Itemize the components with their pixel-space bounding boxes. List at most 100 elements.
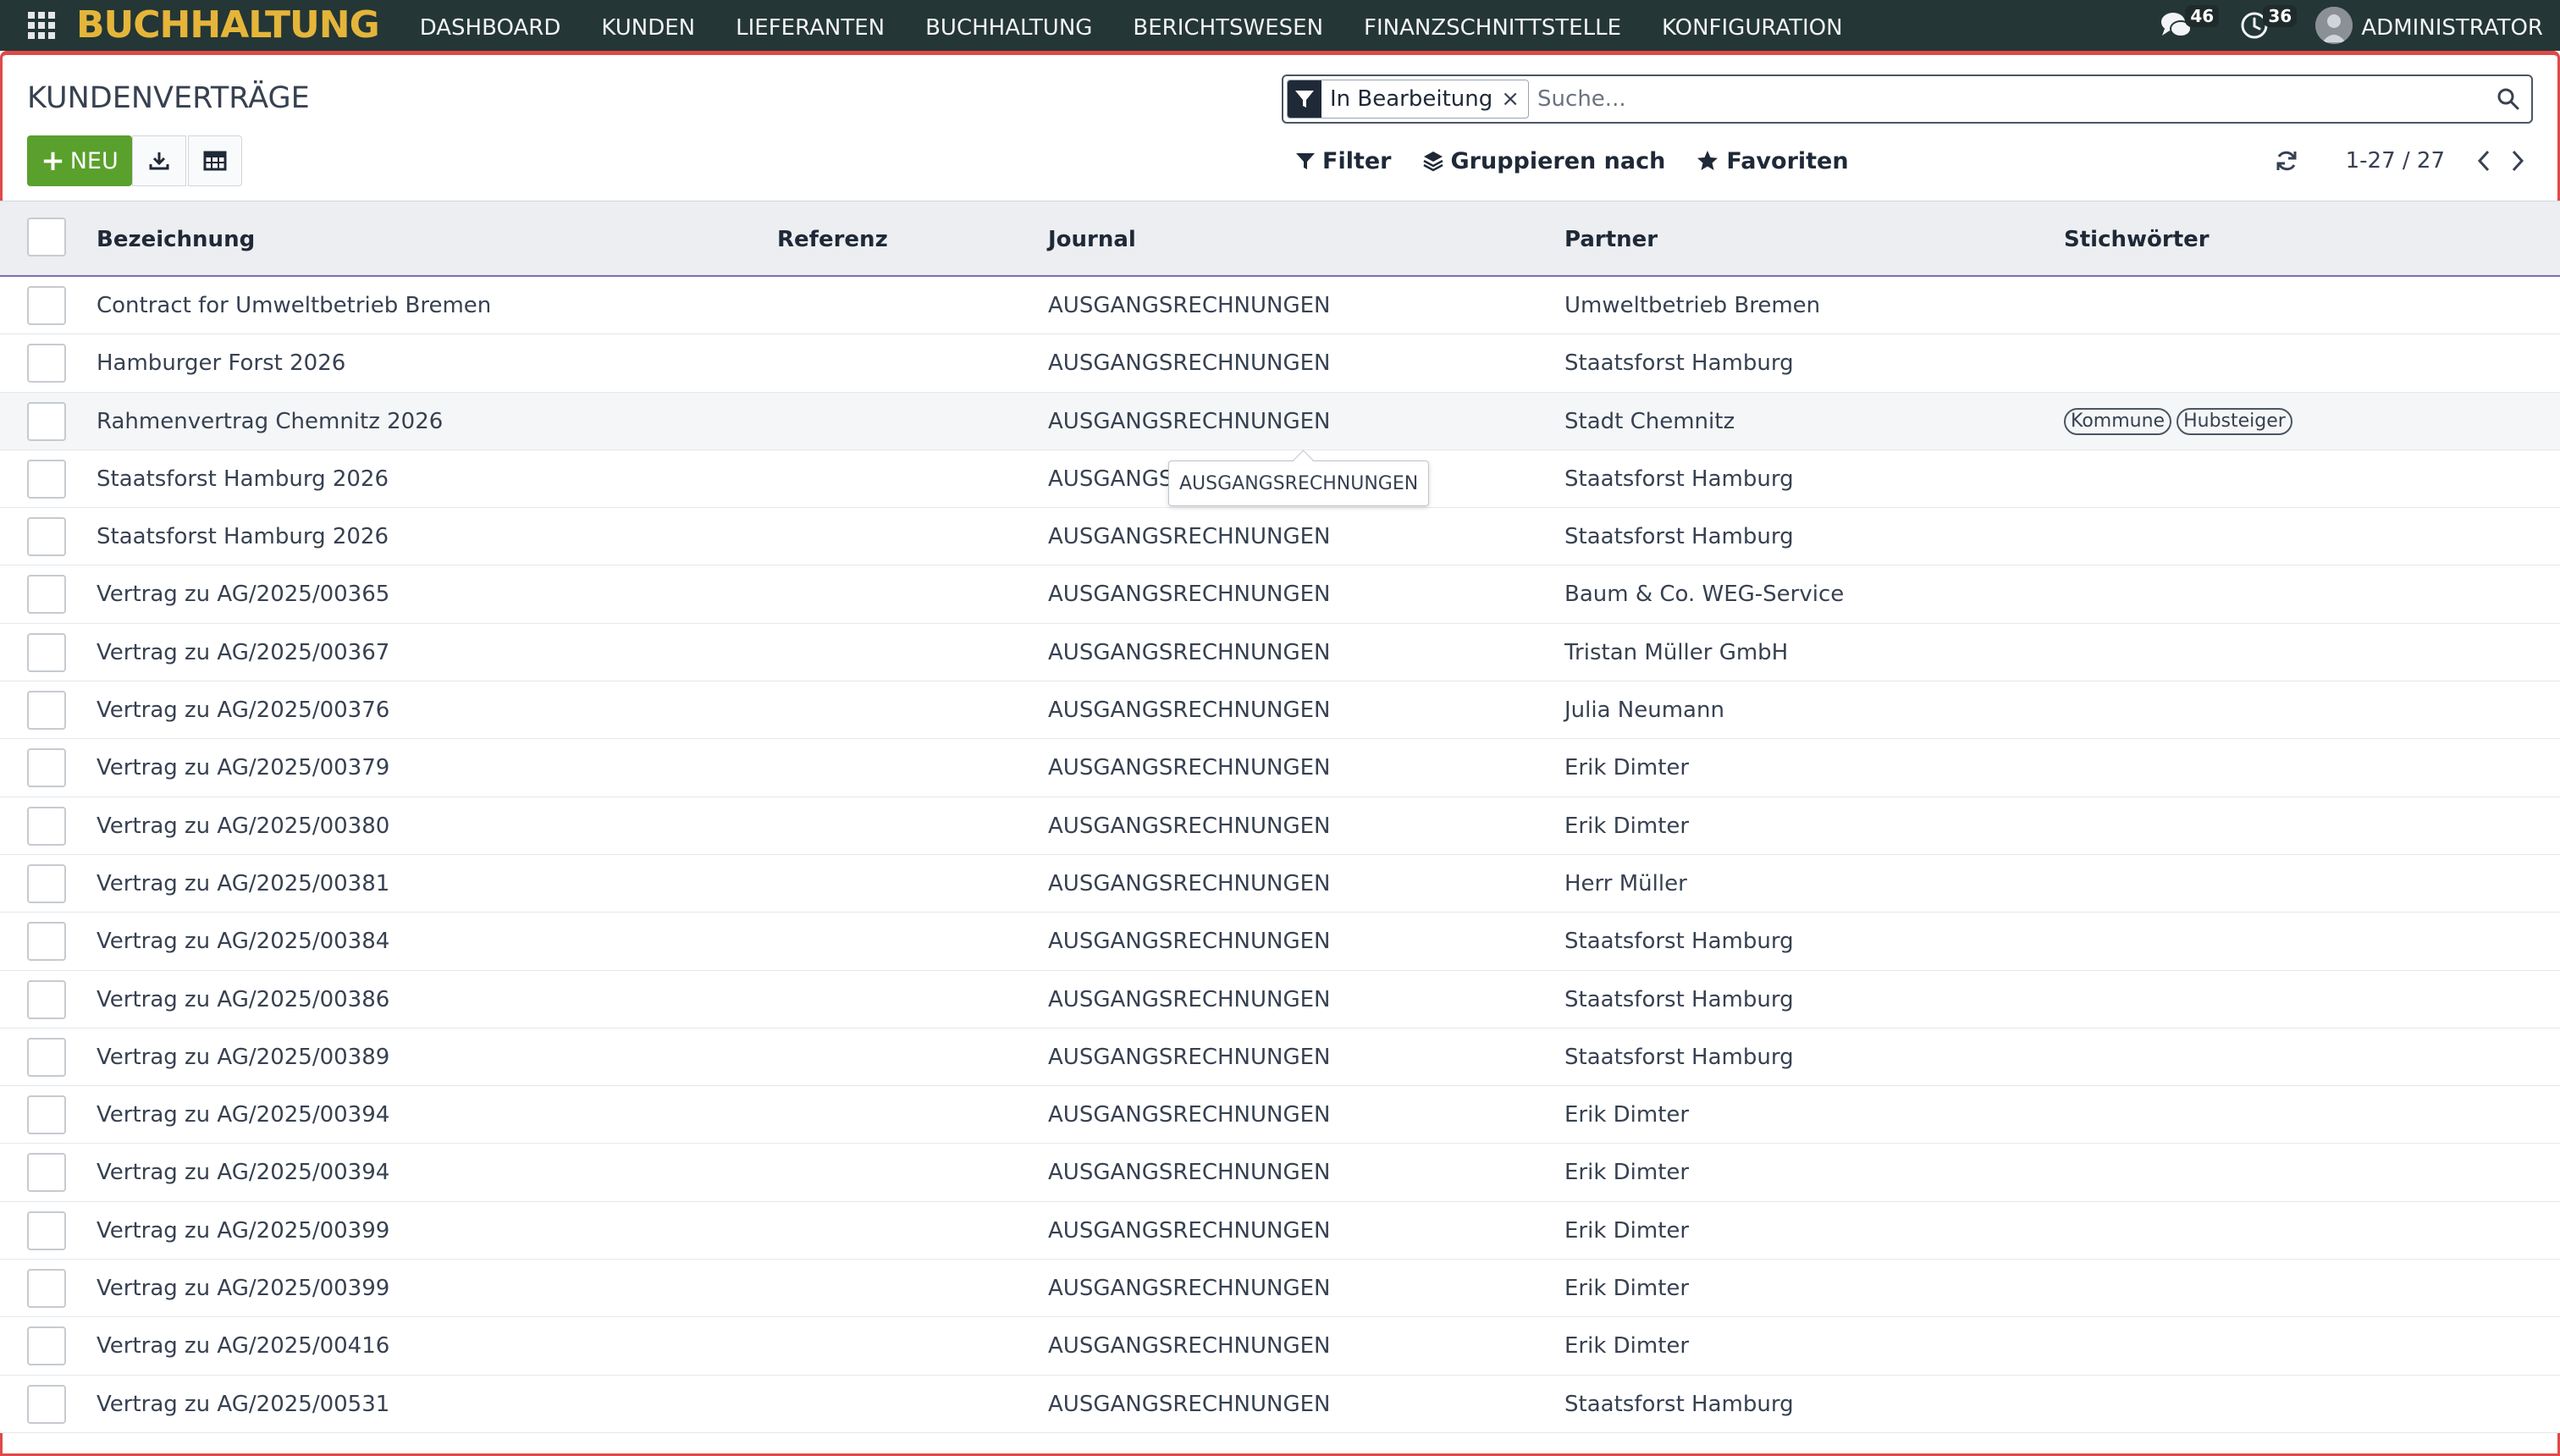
table-row[interactable]: Vertrag zu AG/2025/00416 AUSGANGSRECHNUNG… xyxy=(0,1317,2560,1376)
refresh-icon[interactable] xyxy=(2275,149,2298,173)
cell-journal: AUSGANGSRECHNUNGEN xyxy=(1048,1102,1331,1128)
activities-button[interactable]: 36 xyxy=(2237,5,2298,42)
table-row[interactable]: Vertrag zu AG/2025/00380 AUSGANGSRECHNUNG… xyxy=(0,797,2560,855)
row-checkbox[interactable] xyxy=(27,1326,66,1366)
user-name[interactable]: ADMINISTRATOR xyxy=(2361,10,2543,41)
row-checkbox[interactable] xyxy=(27,632,66,672)
table-row[interactable]: Vertrag zu AG/2025/00394 AUSGANGSRECHNUNG… xyxy=(0,1144,2560,1202)
row-checkbox[interactable] xyxy=(27,979,66,1019)
table-row[interactable]: Vertrag zu AG/2025/00365 AUSGANGSRECHNUNG… xyxy=(0,565,2560,624)
table-row[interactable]: Vertrag zu AG/2025/00367 AUSGANGSRECHNUNG… xyxy=(0,623,2560,682)
menu-item-konfiguration[interactable]: KONFIGURATION xyxy=(1662,0,1843,53)
tag-badge: Hubsteiger xyxy=(2177,407,2292,435)
table-row[interactable]: Vertrag zu AG/2025/00379 AUSGANGSRECHNUNG… xyxy=(0,739,2560,797)
menu-item-buchhaltung[interactable]: BUCHHALTUNG xyxy=(925,0,1092,53)
cell-bezeichnung: Rahmenvertrag Chemnitz 2026 xyxy=(97,408,444,434)
row-checkbox[interactable] xyxy=(27,401,66,441)
cell-bezeichnung: Staatsforst Hamburg 2026 xyxy=(97,524,389,550)
row-checkbox[interactable] xyxy=(27,806,66,846)
row-checkbox[interactable] xyxy=(27,1269,66,1309)
table-row[interactable]: Vertrag zu AG/2025/00386 AUSGANGSRECHNUNG… xyxy=(0,970,2560,1029)
table-row[interactable]: Staatsforst Hamburg 2026 AUSGANGSRECHNUNG… xyxy=(0,508,2560,566)
row-checkbox[interactable] xyxy=(27,517,66,557)
row-checkbox[interactable] xyxy=(27,459,66,499)
table-row[interactable]: Vertrag zu AG/2025/00389 AUSGANGSRECHNUNG… xyxy=(0,1028,2560,1087)
row-checkbox[interactable] xyxy=(27,863,66,903)
row-checkbox[interactable] xyxy=(27,748,66,788)
row-checkbox[interactable] xyxy=(27,575,66,615)
group-by-label: Gruppieren nach xyxy=(1450,147,1666,174)
menu-item-finanzschnittstelle[interactable]: FINANZSCHNITTSTELLE xyxy=(1364,0,1621,53)
cell-bezeichnung: Vertrag zu AG/2025/00379 xyxy=(97,755,390,781)
app-brand[interactable]: BUCHHALTUNG xyxy=(76,0,380,51)
table-row[interactable]: Hamburger Forst 2026 AUSGANGSRECHNUNGEN St… xyxy=(0,334,2560,393)
facet-label: In Bearbeitung xyxy=(1330,86,1493,112)
row-checkbox[interactable] xyxy=(27,1153,66,1193)
column-header-bezeichnung[interactable]: Bezeichnung xyxy=(97,201,255,278)
cell-journal: AUSGANGSRECHNUNGEN xyxy=(1048,1160,1331,1186)
table-row[interactable]: Rahmenvertrag Chemnitz 2026 AUSGANGSRECHN… xyxy=(0,392,2560,450)
row-checkbox[interactable] xyxy=(27,691,66,731)
cell-journal: AUSGANGSRECHNUNGEN xyxy=(1048,350,1331,377)
cell-bezeichnung: Vertrag zu AG/2025/00394 xyxy=(97,1102,390,1128)
row-checkbox[interactable] xyxy=(27,922,66,962)
cell-bezeichnung: Vertrag zu AG/2025/00386 xyxy=(97,986,390,1012)
row-checkbox[interactable] xyxy=(27,344,66,383)
favorites-dropdown[interactable]: Favoriten xyxy=(1696,148,1849,174)
column-header-referenz[interactable]: Referenz xyxy=(777,201,888,278)
cell-partner: Baum & Co. WEG-Service xyxy=(1564,582,1845,608)
new-button[interactable]: + NEU xyxy=(27,135,132,186)
facet-remove-button[interactable]: × xyxy=(1501,86,1528,112)
row-checkbox[interactable] xyxy=(27,1384,66,1424)
menu-item-berichtswesen[interactable]: BERICHTSWESEN xyxy=(1133,0,1323,53)
messages-count-badge: 46 xyxy=(2185,5,2220,27)
cell-journal: AUSGANGSRECHNUNGEN xyxy=(1048,813,1331,839)
table-row[interactable]: Vertrag zu AG/2025/00384 AUSGANGSRECHNUNG… xyxy=(0,913,2560,971)
cell-journal: AUSGANGSRECHNUNGEN xyxy=(1048,929,1331,955)
menu-item-lieferanten[interactable]: LIEFERANTEN xyxy=(736,0,885,53)
cell-journal: AUSGANGSRECHNUNGEN xyxy=(1048,698,1331,724)
messages-button[interactable]: 46 xyxy=(2160,5,2220,42)
cell-journal: AUSGANGSRECHNUNGEN xyxy=(1048,1044,1331,1070)
search-icon[interactable] xyxy=(2489,80,2528,119)
menu-item-dashboard[interactable]: DASHBOARD xyxy=(420,0,561,53)
row-checkbox[interactable] xyxy=(27,1211,66,1250)
cell-stichwoerter: Kommune Hubsteiger xyxy=(2064,393,2298,450)
cell-journal: AUSGANGSRECHNUNGEN xyxy=(1048,1391,1331,1417)
column-header-partner[interactable]: Partner xyxy=(1564,201,1658,278)
export-button[interactable] xyxy=(132,135,186,186)
view-switch-button[interactable] xyxy=(188,135,242,186)
cell-journal: AUSGANGSRECHNUNGEN xyxy=(1048,870,1331,896)
search-bar[interactable]: In Bearbeitung × xyxy=(1282,74,2533,124)
table-row[interactable]: Vertrag zu AG/2025/00399 AUSGANGSRECHNUNG… xyxy=(0,1260,2560,1318)
pager-next-button[interactable] xyxy=(2501,142,2535,179)
apps-grid-icon[interactable] xyxy=(27,11,56,40)
pager-previous-button[interactable] xyxy=(2467,142,2501,179)
column-header-journal[interactable]: Journal xyxy=(1048,201,1136,278)
group-by-dropdown[interactable]: Gruppieren nach xyxy=(1422,147,1666,174)
row-checkbox[interactable] xyxy=(27,286,66,325)
table-row[interactable]: Contract for Umweltbetrieb Bremen AUSGANG… xyxy=(0,277,2560,335)
user-avatar[interactable] xyxy=(2315,7,2353,44)
row-checkbox[interactable] xyxy=(27,1037,66,1077)
cell-journal: AUSGANGSRECHNUNGEN xyxy=(1048,408,1331,434)
row-checkbox[interactable] xyxy=(27,1095,66,1135)
cell-partner: Staatsforst Hamburg xyxy=(1564,1044,1794,1070)
table-row[interactable]: Vertrag zu AG/2025/00531 AUSGANGSRECHNUNG… xyxy=(0,1375,2560,1433)
table-row[interactable]: Vertrag zu AG/2025/00376 AUSGANGSRECHNUNG… xyxy=(0,681,2560,740)
cell-partner: Erik Dimter xyxy=(1564,1102,1690,1128)
cell-bezeichnung: Vertrag zu AG/2025/00531 xyxy=(97,1391,390,1417)
table-row[interactable]: Vertrag zu AG/2025/00381 AUSGANGSRECHNUNG… xyxy=(0,854,2560,913)
cell-bezeichnung: Vertrag zu AG/2025/00381 xyxy=(97,870,390,896)
cell-bezeichnung: Vertrag zu AG/2025/00380 xyxy=(97,813,390,839)
pager-value[interactable]: 1-27 / 27 xyxy=(2346,148,2445,174)
table-row[interactable]: Vertrag zu AG/2025/00394 AUSGANGSRECHNUNG… xyxy=(0,1086,2560,1144)
menu-item-kunden[interactable]: KUNDEN xyxy=(601,0,695,53)
cell-bezeichnung: Staatsforst Hamburg 2026 xyxy=(97,466,389,492)
search-input[interactable] xyxy=(1537,80,2489,119)
cell-partner: Erik Dimter xyxy=(1564,813,1690,839)
filter-dropdown[interactable]: Filter xyxy=(1295,148,1392,174)
table-row[interactable]: Vertrag zu AG/2025/00399 AUSGANGSRECHNUNG… xyxy=(0,1201,2560,1260)
column-header-stichwoerter[interactable]: Stichwörter xyxy=(2064,201,2210,278)
select-all-checkbox[interactable] xyxy=(27,218,66,256)
